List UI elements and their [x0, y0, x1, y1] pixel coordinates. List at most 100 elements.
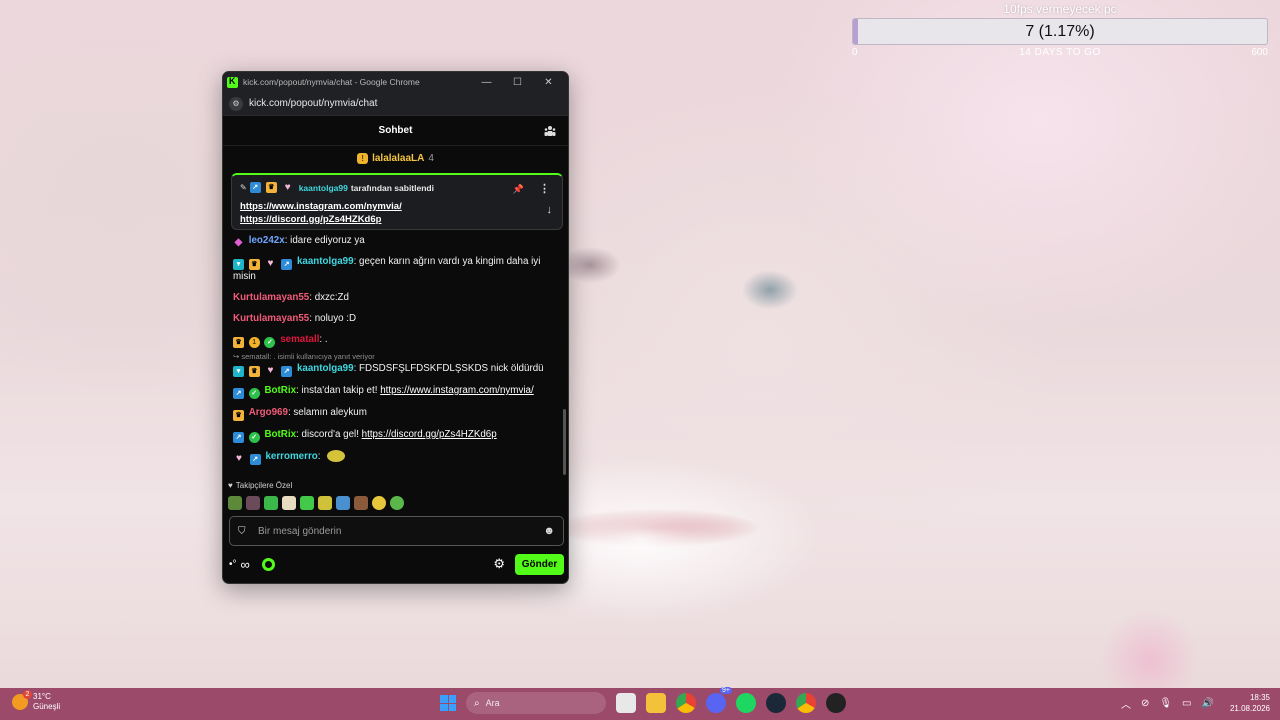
message-username[interactable]: leo242x — [249, 235, 285, 246]
chat-message: ♛ 1 ✓ sematall: . — [233, 333, 553, 348]
shield-icon[interactable]: ⛉ — [238, 526, 252, 537]
url-text[interactable]: kick.com/popout/nymvia/chat — [249, 98, 377, 109]
top-gifter[interactable]: ! lalalalaaLA 4 — [223, 146, 568, 170]
reply-reference-text: sematall: . isimli kullanıcıya yanıt ver… — [241, 352, 375, 361]
message-username[interactable]: BotRix — [264, 385, 296, 396]
message-link[interactable]: https://discord.gg/pZs4HZKd6p — [362, 429, 497, 440]
address-bar[interactable]: ⚙ kick.com/popout/nymvia/chat — [223, 92, 568, 116]
message-link[interactable]: https://www.instagram.com/nymvia/ — [380, 385, 534, 396]
chrome-icon[interactable] — [676, 693, 696, 713]
users-icon[interactable] — [544, 125, 556, 137]
windows-start-icon[interactable] — [440, 695, 456, 711]
moderator-badge-icon: ↗ — [249, 454, 261, 465]
emote-icon[interactable] — [390, 495, 404, 510]
window-titlebar[interactable]: kick.com/popout/nymvia/chat - Google Chr… — [223, 72, 568, 92]
crown-badge-icon: ♛ — [233, 337, 244, 348]
kick-coin-icon[interactable] — [261, 557, 275, 571]
verified-badge-icon: ✓ — [264, 337, 276, 348]
message-username[interactable]: Kurtulamayan55 — [233, 292, 309, 303]
microphone-icon[interactable]: 🎙 — [1159, 698, 1172, 709]
message-text: discord'a gel! — [301, 429, 359, 440]
emote-icon[interactable] — [336, 495, 350, 510]
network-off-icon[interactable]: ⊘ — [1141, 698, 1149, 709]
crown-badge-icon: ♛ — [248, 259, 260, 270]
display-icon[interactable]: ▭ — [1182, 698, 1191, 709]
chat-message: ↗ ✓ BotRix: insta'dan takip et! https://… — [233, 384, 553, 399]
message-text: geçen karın ağrın vardı ya kingim daha i… — [233, 256, 541, 282]
message-text: idare ediyoruz ya — [290, 235, 365, 246]
message-input[interactable] — [258, 525, 544, 537]
gear-icon[interactable]: ⚙ — [493, 556, 505, 572]
reply-reference[interactable]: ↪ sematall: . isimli kullanıcıya yanıt v… — [233, 352, 553, 361]
sun-icon: 2 — [12, 690, 32, 710]
emote-icon[interactable] — [354, 495, 368, 510]
weather-desc: Güneşli — [33, 702, 61, 711]
chat-header: Sohbet — [223, 116, 568, 146]
chat-message: ◆ leo242x: idare ediyoruz ya — [234, 235, 365, 248]
site-info-icon[interactable]: ⚙ — [229, 96, 243, 111]
system-tray: ︿ ⊘ 🎙 ▭ 🔊 18:35 21.08.2026 — [1121, 692, 1270, 714]
search-icon: ⌕ — [474, 697, 480, 709]
emote-icon[interactable] — [318, 495, 332, 510]
pinned-link-instagram[interactable]: https://www.instagram.com/nymvia/ — [240, 200, 554, 213]
emote-icon[interactable] — [372, 495, 386, 510]
emote-icon[interactable] — [246, 495, 260, 510]
emote-panel-label: Takipçilere Özel — [235, 481, 293, 490]
chat-message: ♛ Argo969: selamın aleykum — [233, 406, 553, 421]
send-button[interactable]: Gönder — [515, 553, 564, 575]
taskbar-search[interactable]: ⌕ Ara — [466, 692, 606, 714]
og-badge-icon: 1 — [248, 337, 260, 348]
emoji-icon[interactable]: ☻ — [543, 525, 555, 537]
goal-widget: 10fps vermeyecek pc 7 (1.17%) 0 14 DAYS … — [850, 0, 1270, 62]
crown-badge-icon: ♛ — [233, 410, 244, 421]
chat-scrollbar[interactable] — [563, 409, 566, 475]
chat-messages: ◆ leo242x: idare ediyoruz ya ▾ ♛ ♥ ↗ kaa… — [233, 234, 553, 472]
pinned-link-discord[interactable]: https://discord.gg/pZs4HZKd6p — [240, 213, 554, 226]
task-view-icon[interactable] — [616, 693, 636, 713]
file-explorer-icon[interactable] — [646, 693, 666, 713]
steam-icon[interactable] — [766, 693, 786, 713]
chat-footer: •° ∞ ⚙ Gönder — [229, 553, 564, 575]
obs-icon[interactable] — [826, 693, 846, 713]
message-username[interactable]: Argo969 — [249, 407, 288, 418]
message-username[interactable]: kaantolga99 — [297, 363, 354, 374]
spotify-icon[interactable] — [736, 693, 756, 713]
volume-icon[interactable]: 🔊 — [1202, 698, 1214, 709]
emote-icon[interactable] — [300, 495, 314, 510]
moderator-badge-icon: ↗ — [233, 432, 244, 443]
minimize-button[interactable]: — — [471, 77, 502, 88]
weather-widget[interactable]: 2 31°C Güneşli — [12, 690, 61, 712]
pinned-by-user[interactable]: kaantolga99 — [299, 183, 348, 193]
close-button[interactable]: ✕ — [533, 77, 564, 88]
message-username[interactable]: kaantolga99 — [297, 256, 354, 267]
message-username[interactable]: sematall — [280, 334, 319, 345]
emote-icon[interactable] — [282, 495, 296, 510]
chevron-up-icon[interactable]: ︿ — [1121, 696, 1131, 711]
expand-down-icon[interactable]: ↓ — [547, 204, 553, 216]
heart-badge-icon: ♥ — [267, 258, 274, 269]
top-gifter-name: lalalalaaLA — [372, 152, 425, 164]
pinned-message: ✎ ↗ ♛ ♥ kaantolga99 tarafından sabitlend… — [231, 173, 563, 230]
gift-icon: ! — [357, 152, 369, 164]
emote-panel-title: ♥ Takipçilere Özel — [228, 481, 563, 490]
clock[interactable]: 18:35 21.08.2026 — [1230, 692, 1270, 714]
discord-icon[interactable]: 9+ — [706, 687, 732, 713]
message-username[interactable]: kerromerro — [265, 451, 317, 462]
heart-badge-icon: ♥ — [284, 182, 291, 193]
pin-icon[interactable]: 📌 — [513, 184, 524, 195]
chrome-profile-icon[interactable] — [796, 693, 816, 713]
pin-small-icon: ✎ — [240, 183, 247, 192]
more-options-icon[interactable]: ⋮ — [539, 182, 550, 195]
chat-title: Sohbet — [378, 125, 413, 136]
maximize-button[interactable]: ☐ — [502, 77, 533, 88]
channel-points[interactable]: •° ∞ — [229, 557, 250, 572]
chat-message: Kurtulamayan55: dxzc:Zd — [233, 292, 349, 303]
vip-badge-icon: ◆ — [234, 237, 243, 248]
emote-icon[interactable] — [264, 495, 278, 510]
message-username[interactable]: BotRix — [264, 429, 296, 440]
pinned-by-label: tarafından sabitlendi — [350, 182, 434, 193]
points-value: ∞ — [240, 556, 250, 572]
emote-icon[interactable] — [228, 495, 242, 510]
message-username[interactable]: Kurtulamayan55 — [233, 313, 309, 324]
emote-icon[interactable] — [327, 450, 346, 462]
